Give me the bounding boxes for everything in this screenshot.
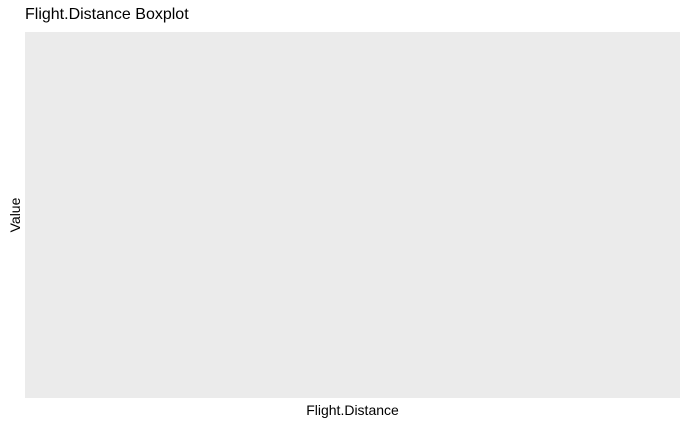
y-axis-label: Value: [7, 197, 23, 233]
plot-panel: [25, 32, 680, 398]
chart-title: Flight.Distance Boxplot: [25, 6, 189, 23]
x-axis-label: Flight.Distance: [306, 402, 399, 418]
